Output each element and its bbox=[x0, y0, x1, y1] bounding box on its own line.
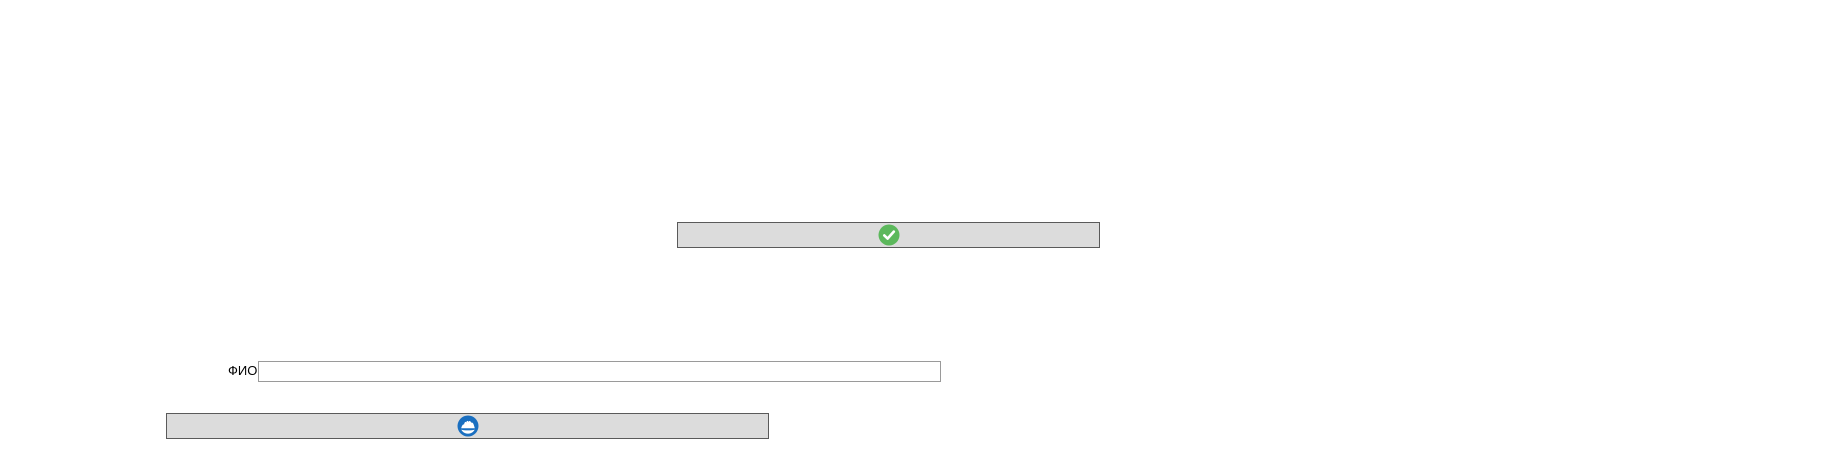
full-name-input[interactable] bbox=[258, 360, 942, 382]
check-circle-icon bbox=[878, 224, 899, 246]
confirm-button[interactable] bbox=[677, 222, 1100, 248]
secondary-action-button[interactable] bbox=[166, 413, 769, 439]
full-name-label: ФИО bbox=[228, 363, 258, 378]
blue-circle-emblem-icon bbox=[457, 415, 478, 437]
full-name-row: ФИО bbox=[228, 360, 942, 382]
